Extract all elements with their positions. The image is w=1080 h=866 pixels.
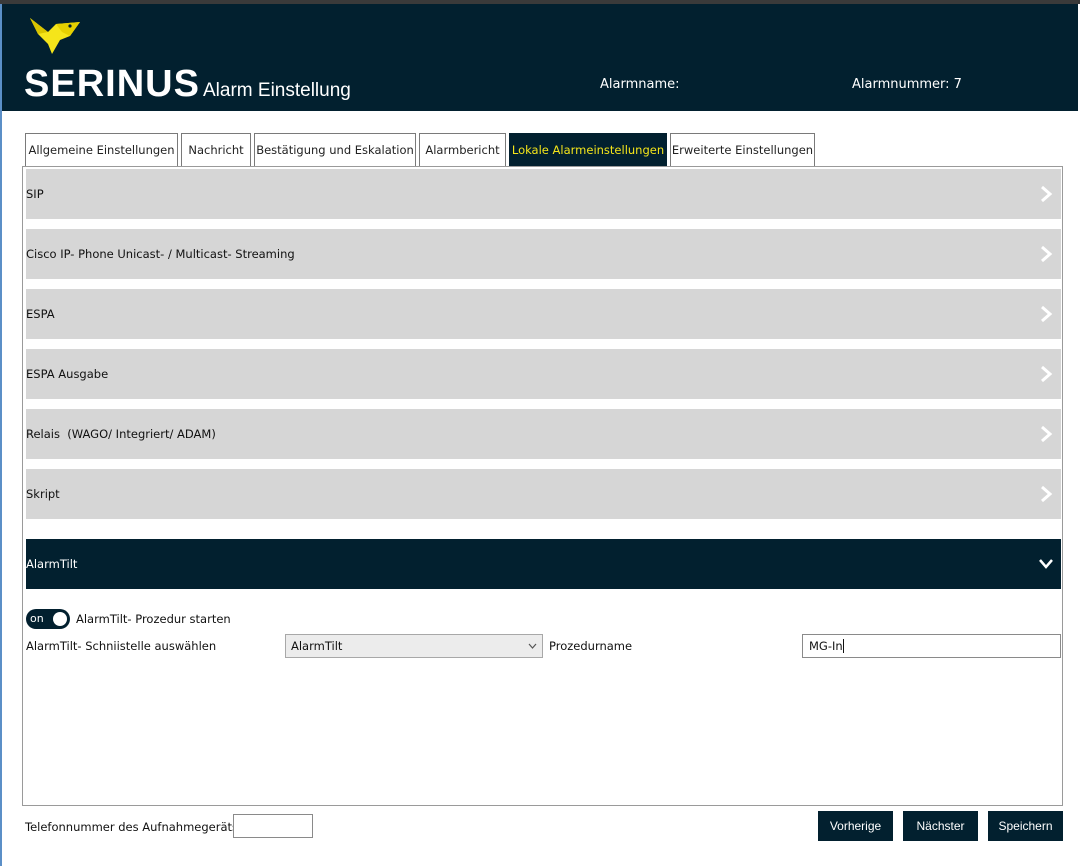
section-label: ESPA — [26, 307, 55, 321]
section-label: Skript — [26, 487, 60, 501]
section-relay[interactable]: Relais (WAGO/ Integriert/ ADAM) — [26, 409, 1061, 459]
toggle-knob — [53, 612, 67, 626]
section-label: ESPA Ausgabe — [26, 367, 109, 381]
procedure-name-input[interactable]: MG-In — [802, 634, 1061, 658]
tab-local-alarm-settings[interactable]: Lokale Alarmeinstellungen — [509, 133, 667, 166]
text-caret — [842, 639, 844, 653]
section-label: Relais (WAGO/ Integriert/ ADAM) — [26, 427, 216, 441]
section-label: Cisco IP- Phone Unicast- / Multicast- St… — [26, 247, 295, 261]
chevron-right-icon — [1041, 485, 1053, 503]
alarm-name-label: Alarmname: — [600, 77, 680, 92]
chevron-right-icon — [1041, 425, 1053, 443]
page-subtitle: Alarm Einstellung — [203, 80, 351, 101]
alarm-number-label: Alarmnummer: 7 — [852, 77, 962, 92]
alarmtilt-toggle-label: AlarmTilt- Prozedur starten — [76, 612, 231, 626]
alarmtilt-procedure-toggle[interactable]: on — [26, 609, 70, 629]
next-button[interactable]: Nächster — [903, 811, 978, 841]
window-left-edge — [0, 4, 2, 866]
previous-button[interactable]: Vorherige — [818, 811, 893, 841]
save-button[interactable]: Speichern — [988, 811, 1063, 841]
app-header: SERINUS Alarm Einstellung Alarmname: Ala… — [2, 4, 1078, 111]
tab-alarm-report[interactable]: Alarmbericht — [419, 133, 506, 166]
interface-select-label: AlarmTilt- Schniistelle auswählen — [26, 639, 217, 653]
chevron-right-icon — [1041, 305, 1053, 323]
recorder-phone-label: Telefonnummer des Aufnahmegeräts — [25, 820, 239, 834]
tab-advanced-settings[interactable]: Erweiterte Einstellungen — [670, 133, 815, 166]
chevron-right-icon — [1041, 245, 1053, 263]
section-espa[interactable]: ESPA — [26, 289, 1061, 339]
chevron-down-icon — [1039, 559, 1053, 569]
section-label: AlarmTilt — [26, 557, 78, 571]
canary-bird-icon — [30, 18, 80, 54]
tab-message[interactable]: Nachricht — [181, 133, 251, 166]
recorder-phone-input[interactable] — [233, 814, 313, 838]
section-alarmtilt[interactable]: AlarmTilt — [26, 539, 1061, 589]
section-script[interactable]: Skript — [26, 469, 1061, 519]
section-cisco-streaming[interactable]: Cisco IP- Phone Unicast- / Multicast- St… — [26, 229, 1061, 279]
chevron-down-small-icon — [528, 643, 537, 649]
procedure-name-value: MG-In — [809, 639, 843, 653]
interface-select-value: AlarmTilt — [291, 639, 343, 653]
brand-title: SERINUS — [24, 63, 200, 105]
section-sip[interactable]: SIP — [26, 169, 1061, 219]
tab-confirmation-escalation[interactable]: Bestätigung und Eskalation — [254, 133, 416, 166]
chevron-right-icon — [1041, 365, 1053, 383]
interface-select[interactable]: AlarmTilt — [285, 634, 543, 658]
procedure-name-label: Prozedurname — [549, 639, 633, 653]
chevron-right-icon — [1041, 185, 1053, 203]
settings-tabs: Allgemeine Einstellungen Nachricht Bestä… — [25, 133, 815, 166]
section-espa-output[interactable]: ESPA Ausgabe — [26, 349, 1061, 399]
local-alarm-settings-panel: SIP Cisco IP- Phone Unicast- / Multicast… — [22, 166, 1063, 806]
toggle-state-text: on — [30, 612, 44, 625]
section-label: SIP — [26, 187, 44, 201]
tab-general-settings[interactable]: Allgemeine Einstellungen — [25, 133, 178, 166]
